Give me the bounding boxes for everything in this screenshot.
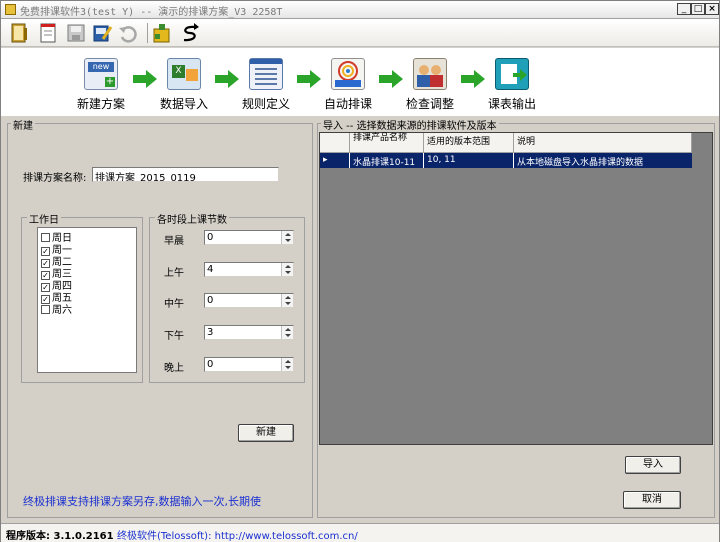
column-header-product[interactable]: 排课产品名称	[350, 133, 424, 153]
spin-arrows-icon[interactable]	[281, 294, 293, 307]
minimize-button[interactable]: _	[677, 3, 691, 15]
main-window: 免费排课软件3(test Y) -- 演示的排课方案_V3 2258T _ □ …	[0, 0, 720, 542]
import-source-table[interactable]: 排课产品名称 适用的版本范围 说明 ▸ 水晶排课10-11 10, 11 从本地…	[319, 132, 713, 445]
status-bar: 程序版本: 3.1.0.2161 终极软件(Telossoft): http:/…	[1, 523, 719, 542]
cell-product[interactable]: 水晶排课10-11	[350, 153, 424, 168]
spin-arrows-icon[interactable]	[281, 263, 293, 276]
row-selector-arrow-icon[interactable]: ▸	[320, 153, 350, 168]
new-plan-panel-title: 新建	[11, 117, 35, 132]
toolbar	[1, 19, 719, 47]
spin-arrows-icon[interactable]	[281, 358, 293, 371]
periods-title: 各时段上课节数	[155, 211, 229, 226]
workday-item[interactable]: 周日	[41, 229, 72, 244]
save-disk-icon[interactable]	[65, 22, 87, 44]
period-label-noon: 中午	[164, 299, 184, 310]
undo-icon[interactable]	[117, 22, 139, 44]
column-header-description[interactable]: 说明	[514, 133, 692, 153]
workdays-list[interactable]: 周日 ✓ 周一 ✓ 周二 ✓ 周三 ✓ 周四 ✓ 周五 周六	[37, 227, 137, 373]
new-plan-icon: new +	[84, 58, 118, 90]
column-header-versions[interactable]: 适用的版本范围	[424, 133, 514, 153]
info-note: 终极排课支持排课方案另存,数据输入一次,长期使	[23, 495, 261, 508]
row-header-corner	[320, 133, 350, 153]
period-label-afternoon: 下午	[164, 331, 184, 342]
step-auto-schedule[interactable]: 自动排课	[308, 58, 388, 114]
import-panel-title: 导入 -- 选择数据来源的排课软件及版本	[321, 117, 499, 132]
edit-icon[interactable]	[91, 22, 113, 44]
period-noon-stepper[interactable]: 0	[204, 293, 294, 308]
period-label-morning: 早晨	[164, 236, 184, 247]
import-button[interactable]: 导入	[625, 456, 681, 474]
spin-arrows-icon[interactable]	[281, 231, 293, 244]
cell-versions[interactable]: 10, 11	[424, 153, 514, 168]
redo-s-arrow-icon[interactable]	[179, 22, 201, 44]
period-morning-stepper[interactable]: 0	[204, 230, 294, 245]
workdays-title: 工作日	[27, 211, 61, 226]
step-new-plan[interactable]: new + 新建方案	[61, 58, 141, 114]
spin-arrows-icon[interactable]	[281, 326, 293, 339]
period-forenoon-stepper[interactable]: 4	[204, 262, 294, 277]
auto-schedule-icon	[331, 58, 365, 90]
plan-name-input[interactable]: 排课方案_2015_0119	[92, 167, 279, 182]
wizard-bar: new + 新建方案 X 数据导入 规则定义 自动排课 检查调整 课表输出	[1, 48, 719, 116]
step-rules[interactable]: 规则定义	[226, 58, 306, 114]
step-data-import[interactable]: X 数据导入	[144, 58, 224, 114]
workday-item[interactable]: ✓ 周三	[41, 265, 72, 280]
puzzle-icon[interactable]	[151, 22, 173, 44]
rules-icon	[249, 58, 283, 90]
toolbar-separator	[147, 23, 148, 43]
period-evening-stepper[interactable]: 0	[204, 357, 294, 372]
company-link[interactable]: 终极软件(Telossoft): http://www.telossoft.co…	[117, 527, 358, 542]
version-label: 程序版本: 3.1.0.2161	[6, 531, 114, 542]
new-document-icon[interactable]	[37, 22, 59, 44]
window-title: 免费排课软件3(test Y) -- 演示的排课方案_V3 2258T	[20, 7, 283, 18]
workday-item[interactable]: ✓ 周五	[41, 289, 72, 304]
check-adjust-icon	[413, 58, 447, 90]
period-afternoon-stepper[interactable]: 3	[204, 325, 294, 340]
close-button[interactable]: ×	[705, 3, 719, 15]
cancel-button[interactable]: 取消	[623, 491, 681, 509]
period-label-forenoon: 上午	[164, 268, 184, 279]
cell-description[interactable]: 从本地磁盘导入水晶排课的数据	[514, 153, 692, 168]
data-import-icon: X	[167, 58, 201, 90]
period-label-evening: 晚上	[164, 363, 184, 374]
plan-name-label: 排课方案名称:	[23, 173, 87, 184]
workday-item[interactable]: ✓ 周四	[41, 277, 72, 292]
app-icon	[5, 4, 16, 15]
workday-item[interactable]: ✓ 周二	[41, 253, 72, 268]
checkbox-unchecked[interactable]	[41, 305, 50, 314]
workday-item[interactable]: 周六	[41, 301, 72, 316]
new-button[interactable]: 新建	[238, 424, 294, 442]
table-row[interactable]: ▸ 水晶排课10-11 10, 11 从本地磁盘导入水晶排课的数据	[320, 153, 692, 168]
step-export[interactable]: 课表输出	[472, 58, 552, 114]
title-bar: 免费排课软件3(test Y) -- 演示的排课方案_V3 2258T _ □ …	[1, 1, 719, 19]
open-book-icon[interactable]	[9, 22, 31, 44]
maximize-button[interactable]: □	[691, 3, 705, 15]
workday-item[interactable]: ✓ 周一	[41, 241, 72, 256]
step-check-adjust[interactable]: 检查调整	[390, 58, 470, 114]
export-icon	[495, 58, 529, 90]
